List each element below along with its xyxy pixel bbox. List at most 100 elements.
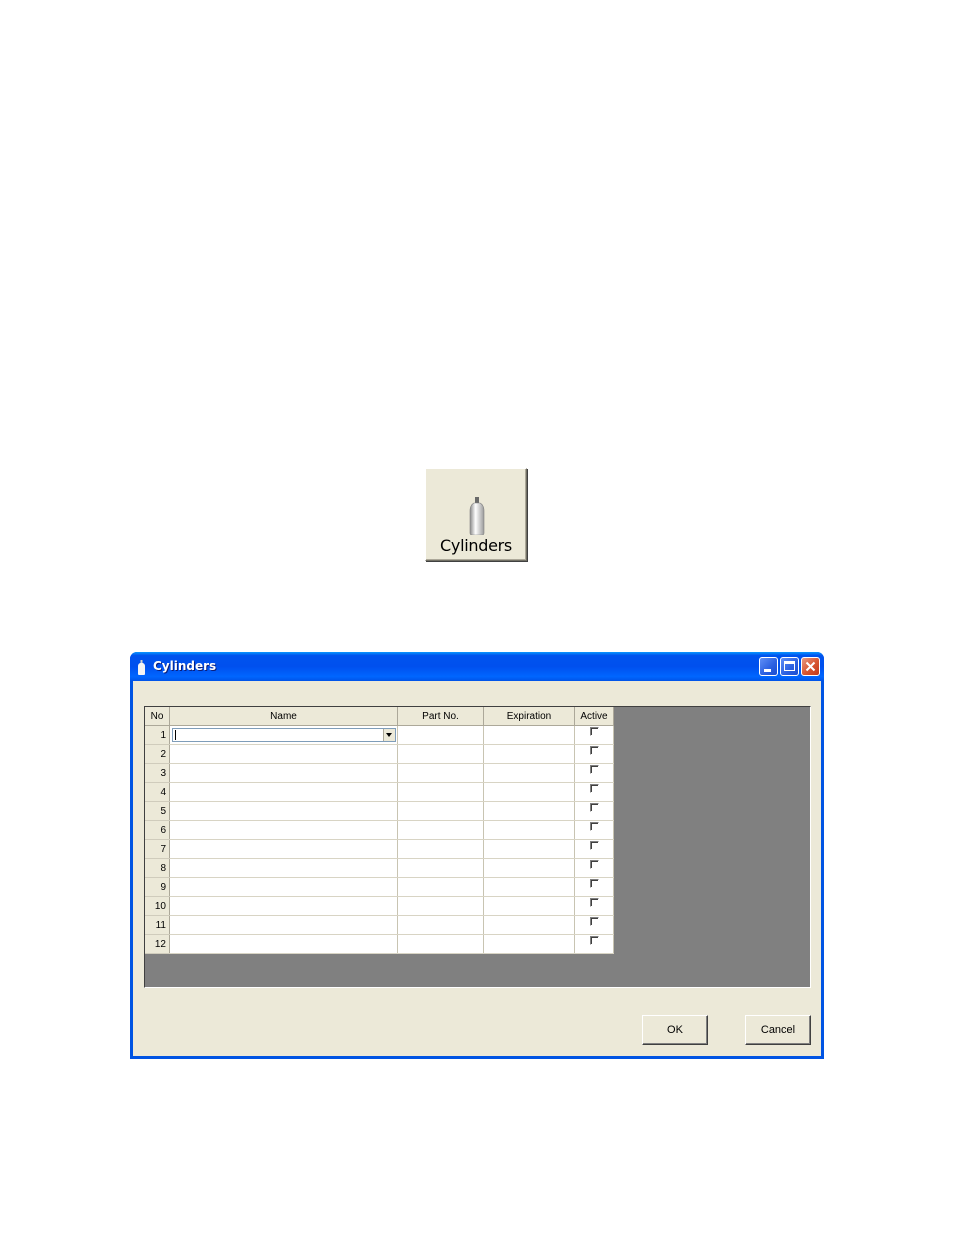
column-header-part-no[interactable]: Part No.: [397, 707, 484, 726]
active-checkbox[interactable]: [589, 746, 599, 756]
cancel-button[interactable]: Cancel: [745, 1015, 811, 1045]
minimize-icon: [764, 669, 771, 672]
active-checkbox[interactable]: [589, 879, 599, 889]
row-number-cell[interactable]: 6: [145, 820, 170, 840]
window-client-area: No Name Part No. Expiration Active 12345…: [133, 681, 821, 1056]
active-cell: [574, 744, 614, 764]
expiration-cell[interactable]: [483, 896, 575, 916]
name-cell[interactable]: [169, 839, 398, 859]
column-header-name[interactable]: Name: [169, 707, 398, 726]
dropdown-arrow-icon[interactable]: [383, 729, 395, 741]
name-cell[interactable]: [169, 801, 398, 821]
row-number-cell[interactable]: 11: [145, 915, 170, 935]
expiration-cell[interactable]: [483, 839, 575, 859]
name-cell[interactable]: [169, 763, 398, 783]
part-no-cell[interactable]: [397, 782, 484, 802]
cylinders-table: No Name Part No. Expiration Active 12345…: [145, 707, 614, 954]
active-cell: [574, 877, 614, 897]
row-number-cell[interactable]: 1: [145, 725, 170, 745]
part-no-cell[interactable]: [397, 858, 484, 878]
table-row: 1: [145, 725, 614, 745]
column-header-expiration[interactable]: Expiration: [483, 707, 575, 726]
expiration-cell[interactable]: [483, 934, 575, 954]
active-checkbox[interactable]: [589, 917, 599, 927]
cylinders-button-label: Cylinders: [440, 536, 512, 555]
maximize-icon: [784, 661, 795, 671]
active-checkbox[interactable]: [589, 727, 599, 737]
active-cell: [574, 801, 614, 821]
active-checkbox[interactable]: [589, 765, 599, 775]
active-checkbox[interactable]: [589, 936, 599, 946]
name-cell[interactable]: [169, 820, 398, 840]
cylinders-window: Cylinders No Name Part No. Expiration Ac…: [130, 652, 824, 1059]
active-cell: [574, 782, 614, 802]
part-no-cell[interactable]: [397, 839, 484, 859]
active-checkbox[interactable]: [589, 803, 599, 813]
name-cell[interactable]: [169, 934, 398, 954]
row-number-cell[interactable]: 10: [145, 896, 170, 916]
table-row: 6: [145, 820, 614, 840]
table-row: 4: [145, 782, 614, 802]
name-cell[interactable]: [169, 877, 398, 897]
expiration-cell[interactable]: [483, 820, 575, 840]
part-no-cell[interactable]: [397, 763, 484, 783]
active-cell: [574, 763, 614, 783]
expiration-cell[interactable]: [483, 725, 575, 745]
window-title: Cylinders: [153, 659, 217, 673]
row-number-cell[interactable]: 2: [145, 744, 170, 764]
expiration-cell[interactable]: [483, 744, 575, 764]
title-bar[interactable]: Cylinders: [130, 652, 824, 681]
expiration-cell[interactable]: [483, 858, 575, 878]
name-cell[interactable]: [169, 744, 398, 764]
row-number-cell[interactable]: 12: [145, 934, 170, 954]
column-header-no[interactable]: No: [145, 707, 170, 726]
active-cell: [574, 915, 614, 935]
name-cell[interactable]: [169, 725, 398, 745]
active-cell: [574, 725, 614, 745]
table-row: 8: [145, 858, 614, 878]
active-checkbox[interactable]: [589, 822, 599, 832]
expiration-cell[interactable]: [483, 915, 575, 935]
table-row: 9: [145, 877, 614, 897]
part-no-cell[interactable]: [397, 896, 484, 916]
table-row: 10: [145, 896, 614, 916]
cylinders-toolbar-button[interactable]: Cylinders: [425, 468, 527, 561]
table-row: 5: [145, 801, 614, 821]
active-checkbox[interactable]: [589, 841, 599, 851]
active-checkbox[interactable]: [589, 860, 599, 870]
part-no-cell[interactable]: [397, 915, 484, 935]
text-caret: [175, 730, 176, 740]
name-cell[interactable]: [169, 858, 398, 878]
table-row: 3: [145, 763, 614, 783]
name-cell[interactable]: [169, 915, 398, 935]
active-cell: [574, 934, 614, 954]
row-number-cell[interactable]: 3: [145, 763, 170, 783]
row-number-cell[interactable]: 4: [145, 782, 170, 802]
active-checkbox[interactable]: [589, 898, 599, 908]
close-button[interactable]: [801, 657, 820, 676]
row-number-cell[interactable]: 7: [145, 839, 170, 859]
part-no-cell[interactable]: [397, 725, 484, 745]
part-no-cell[interactable]: [397, 934, 484, 954]
part-no-cell[interactable]: [397, 820, 484, 840]
name-combobox[interactable]: [172, 728, 396, 742]
column-header-active[interactable]: Active: [574, 707, 614, 726]
name-cell[interactable]: [169, 896, 398, 916]
part-no-cell[interactable]: [397, 744, 484, 764]
part-no-cell[interactable]: [397, 801, 484, 821]
row-number-cell[interactable]: 9: [145, 877, 170, 897]
expiration-cell[interactable]: [483, 877, 575, 897]
table-row: 11: [145, 915, 614, 935]
maximize-button[interactable]: [780, 657, 799, 676]
minimize-button[interactable]: [759, 657, 778, 676]
row-number-cell[interactable]: 8: [145, 858, 170, 878]
expiration-cell[interactable]: [483, 801, 575, 821]
part-no-cell[interactable]: [397, 877, 484, 897]
row-number-cell[interactable]: 5: [145, 801, 170, 821]
expiration-cell[interactable]: [483, 763, 575, 783]
expiration-cell[interactable]: [483, 782, 575, 802]
name-cell[interactable]: [169, 782, 398, 802]
close-icon: [805, 661, 816, 672]
active-checkbox[interactable]: [589, 784, 599, 794]
ok-button[interactable]: OK: [642, 1015, 708, 1045]
